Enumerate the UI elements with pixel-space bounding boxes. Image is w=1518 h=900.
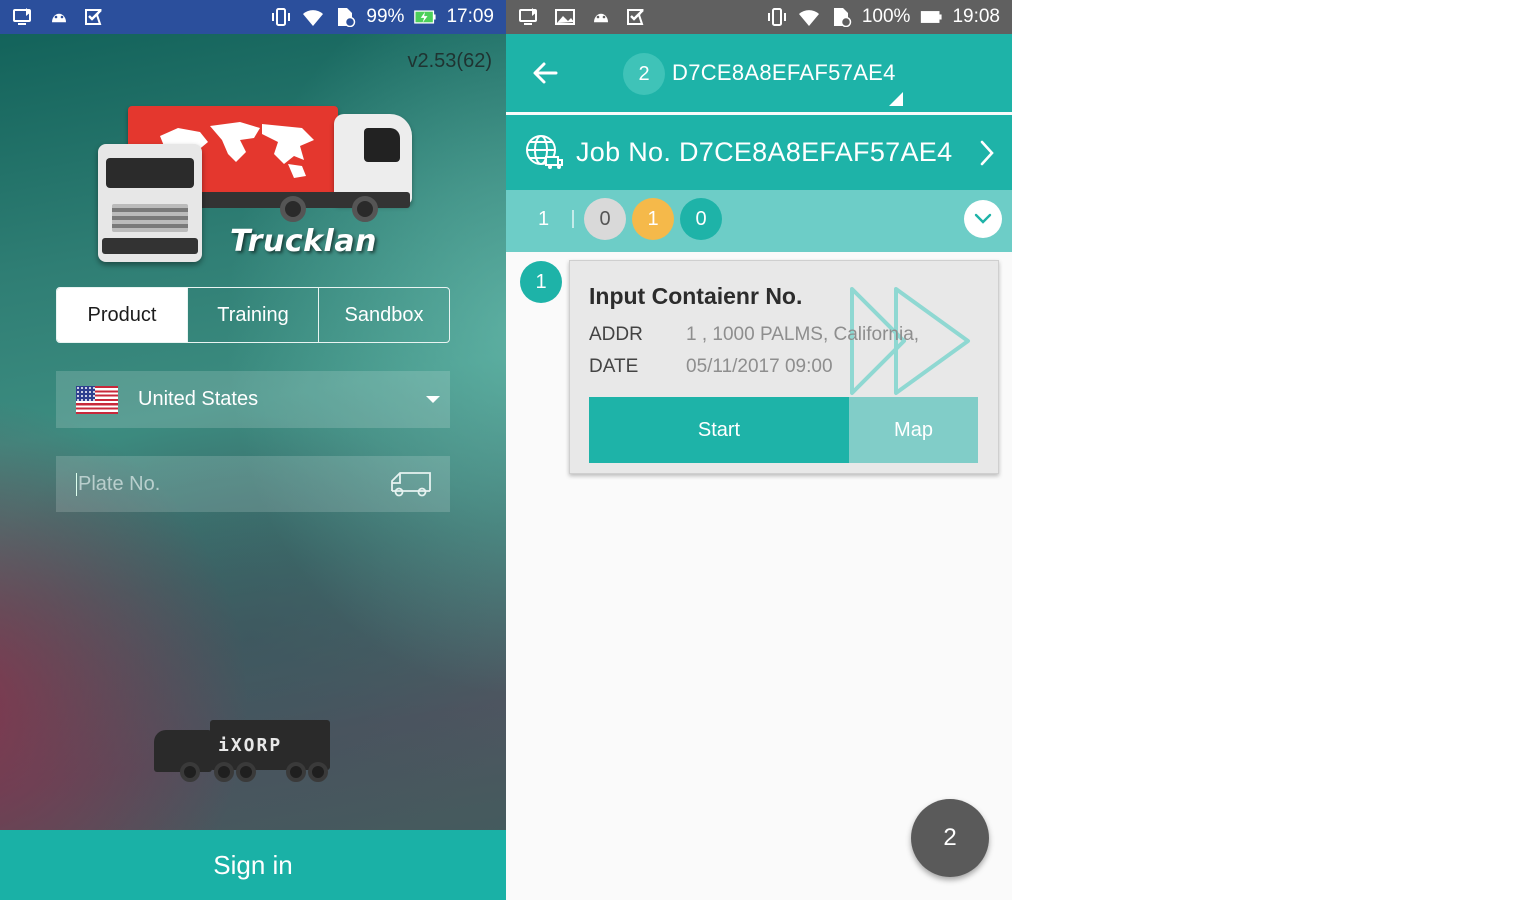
globe-truck-icon [524,133,564,176]
status-bar: 100% 19:08 [506,0,1012,34]
expand-chevron-down-icon[interactable] [964,200,1002,238]
date-label: DATE [589,356,639,377]
plate-field [56,456,450,512]
task-check-icon [84,7,106,27]
in-progress-count-badge: 1 [632,198,674,240]
job-detail-screen: 100% 19:08 2 D7CE8A8EFAF57AE4 Job No. D7 [506,0,1012,900]
floating-count-button[interactable]: 2 [911,799,989,877]
environment-tabs: Product Training Sandbox [56,287,450,343]
country-select[interactable]: United States [56,371,450,428]
login-screen: 99% 17:09 v2.53(62) Trucklan Product Tra [0,0,506,900]
date-row: DATE 05/11/2017 09:00 [589,356,833,378]
job-tab-title[interactable]: D7CE8A8EFAF57AE4 [672,60,896,86]
us-flag-icon [76,385,118,414]
tab-training[interactable]: Training [188,288,319,342]
tab-count-badge: 2 [623,53,665,95]
wifi-icon [302,7,324,27]
dropdown-arrow-icon [426,396,440,403]
sim-missing-icon [334,7,356,27]
vibrate-icon [766,7,788,27]
status-bar: 99% 17:09 [0,0,506,34]
total-count: 1 [538,208,550,230]
address-label: ADDR [589,324,643,345]
gallery-icon [554,7,576,27]
chevron-right-icon [978,139,996,172]
status-count-bar: 1 0 1 0 [506,190,1012,252]
front-truck-graphic [98,144,202,262]
brand-name: Trucklan [230,224,377,259]
battery-charging-icon [414,7,437,27]
screen-share-icon [12,7,34,27]
tab-sandbox[interactable]: Sandbox [319,288,449,342]
sim-missing-icon [830,7,852,27]
status-time: 19:08 [952,6,1000,27]
android-icon [48,7,70,27]
truck-icon [390,471,432,502]
battery-percent: 100% [861,6,911,27]
status-time: 17:09 [446,6,494,27]
task-actions: Start Map [589,397,978,463]
arrow-left-icon[interactable] [528,56,562,90]
job-header[interactable]: Job No. D7CE8A8EFAF57AE4 [506,115,1012,190]
battery-icon [920,7,943,27]
android-icon [590,7,612,27]
app-version: v2.53(62) [407,50,493,72]
address-row: ADDR 1 , 1000 PALMS, California, [589,324,919,346]
screen-share-icon [518,7,540,27]
step-number-badge: 1 [520,261,562,303]
task-card[interactable]: Input Contaienr No. ADDR 1 , 1000 PALMS,… [569,260,999,474]
ixorp-logo: iXORP [154,710,334,782]
app-bar: 2 D7CE8A8EFAF57AE4 [506,34,1012,112]
map-button[interactable]: Map [849,397,978,463]
tab-dropdown-indicator [889,92,903,106]
date-value: 05/11/2017 09:00 [686,356,833,377]
task-check-icon [626,7,648,27]
pending-count-badge: 0 [584,198,626,240]
sign-in-button[interactable]: Sign in [0,830,506,900]
task-title: Input Contaienr No. [589,283,803,309]
side-cab-graphic [334,114,412,204]
completed-count-badge: 0 [680,198,722,240]
country-label: United States [138,388,259,410]
wifi-icon [798,7,820,27]
trucklan-logo: Trucklan [90,92,420,272]
vibrate-icon [270,7,292,27]
job-number: Job No. D7CE8A8EFAF57AE4 [576,137,953,167]
plate-input[interactable] [76,472,376,496]
battery-percent: 99% [366,6,405,27]
count-divider [572,210,574,228]
start-button[interactable]: Start [589,397,849,463]
address-value: 1 , 1000 PALMS, California, [686,324,920,345]
tab-product[interactable]: Product [57,288,188,342]
